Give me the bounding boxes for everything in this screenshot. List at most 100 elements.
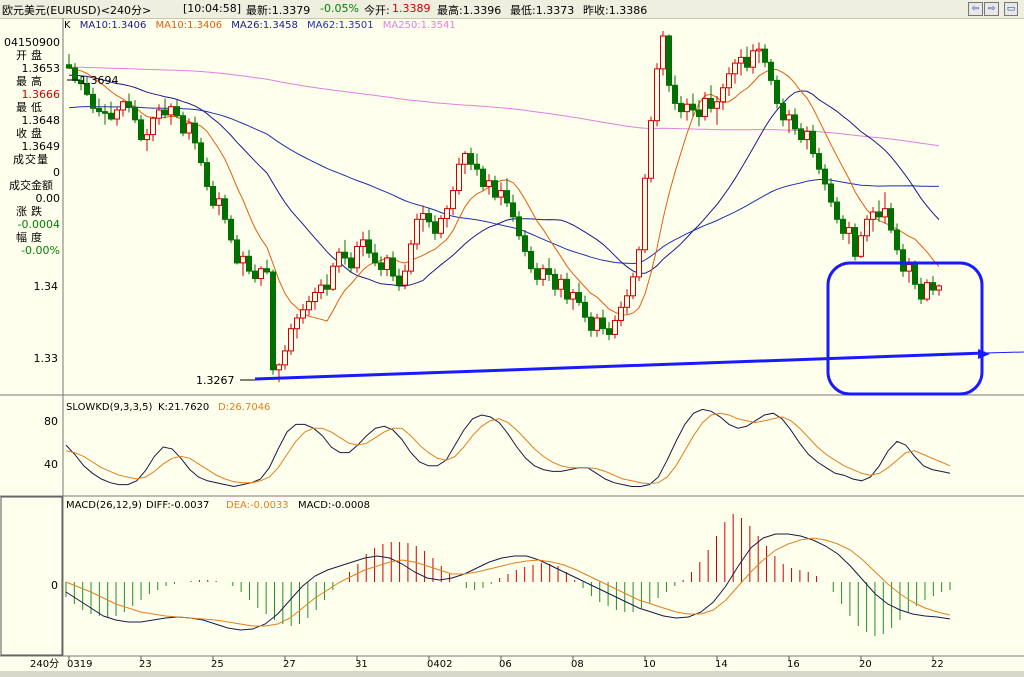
candle-body xyxy=(264,268,270,273)
y-tick-label: 1.34 xyxy=(34,280,59,293)
x-tick-label: 22 xyxy=(931,659,944,670)
candle-body xyxy=(102,111,108,114)
candle-body xyxy=(906,264,912,272)
candle-body xyxy=(204,162,210,187)
candle-body xyxy=(390,257,396,277)
trendline-extension xyxy=(984,351,1024,354)
candle-body xyxy=(756,48,762,52)
candle-body xyxy=(924,282,930,300)
candle-body xyxy=(648,120,654,179)
candle-body xyxy=(360,239,366,247)
candle-body xyxy=(918,283,924,300)
candle-body xyxy=(510,202,516,218)
chart-canvas[interactable]: 1.34 1.33 80 40 0 SLOWKD(9,3,3,5) K:21.7… xyxy=(0,0,1024,677)
y-tick-label: 40 xyxy=(44,458,58,471)
candle-body xyxy=(282,350,288,366)
candle-body xyxy=(798,128,804,141)
candle-body xyxy=(894,229,900,251)
candle-body xyxy=(294,317,300,330)
candle-body xyxy=(402,270,408,286)
high-annotation: 1.3694 xyxy=(80,74,119,87)
candle-body xyxy=(702,97,708,118)
candle-body xyxy=(714,101,720,109)
candle-body xyxy=(822,168,828,185)
candle-body xyxy=(258,268,264,280)
candle-body xyxy=(852,227,858,257)
candle-body xyxy=(438,218,444,234)
candle-body xyxy=(600,317,606,330)
candle-body xyxy=(300,309,306,319)
macd-diff-reading: DIFF:-0.0037 xyxy=(146,500,209,511)
candle-body xyxy=(522,235,528,252)
candle-body xyxy=(720,87,726,103)
candle-body xyxy=(696,109,702,118)
macd-side-box xyxy=(0,496,63,656)
candle-body xyxy=(210,185,216,206)
y-tick-label: 80 xyxy=(44,415,58,428)
candle-body xyxy=(324,284,330,290)
candle-body xyxy=(354,245,360,269)
candle-body xyxy=(192,122,198,144)
candle-body xyxy=(804,130,810,141)
highlight-box[interactable] xyxy=(826,261,984,396)
candle-body xyxy=(876,211,882,218)
candle-body xyxy=(366,239,372,254)
candle-body xyxy=(912,264,918,285)
candle-body xyxy=(606,328,612,335)
candle-body xyxy=(576,292,582,303)
candle-body xyxy=(654,68,660,122)
candle-body xyxy=(474,163,480,170)
x-tick-label: 25 xyxy=(211,659,224,670)
candle-body xyxy=(780,102,786,121)
candle-body xyxy=(330,265,336,290)
candle-body xyxy=(198,142,204,164)
candle-body xyxy=(90,93,96,109)
candle-body xyxy=(450,190,456,210)
candle-body xyxy=(246,255,252,272)
candle-body xyxy=(564,278,570,300)
macd-macd-reading: MACD:-0.0008 xyxy=(298,500,370,511)
candle-body xyxy=(570,292,576,300)
candle-body xyxy=(396,275,402,286)
candle-body xyxy=(534,268,540,280)
candle-body xyxy=(150,117,156,136)
candle-body xyxy=(72,67,78,81)
candle-body xyxy=(216,198,222,206)
candle-body xyxy=(588,316,594,331)
candle-body xyxy=(744,56,750,68)
candle-body xyxy=(828,183,834,203)
candle-body xyxy=(276,364,282,371)
candle-body xyxy=(156,109,162,119)
candle-body xyxy=(342,251,348,259)
candle-body xyxy=(444,208,450,220)
candle-body xyxy=(516,216,522,237)
candle-body xyxy=(378,262,384,270)
candle-body xyxy=(240,255,246,264)
x-tick-label: 0402 xyxy=(427,659,452,670)
candle-body xyxy=(666,35,672,86)
x-tick-label: 14 xyxy=(715,659,728,670)
x-tick-label: 10 xyxy=(643,659,656,670)
candle-body xyxy=(528,250,534,270)
candle-body xyxy=(660,35,666,70)
candle-body xyxy=(288,328,294,352)
candle-body xyxy=(732,62,738,75)
x-tick-label: 20 xyxy=(859,659,872,670)
candle-body xyxy=(768,61,774,81)
candle-body xyxy=(222,198,228,220)
candle-body xyxy=(708,97,714,109)
candle-body xyxy=(684,103,690,113)
support-trendline[interactable] xyxy=(254,351,986,381)
candle-body xyxy=(786,114,792,121)
candle-body xyxy=(690,103,696,111)
candle-body xyxy=(336,251,342,267)
candle-body xyxy=(168,106,174,116)
trendline-arrow-icon xyxy=(978,349,990,359)
candle-body xyxy=(456,163,462,192)
candle-body xyxy=(840,218,846,234)
candle-body xyxy=(348,257,354,269)
candle-body xyxy=(888,208,894,231)
kd-k-line xyxy=(65,408,951,488)
candle-body xyxy=(252,270,258,280)
candle-body xyxy=(846,227,852,234)
